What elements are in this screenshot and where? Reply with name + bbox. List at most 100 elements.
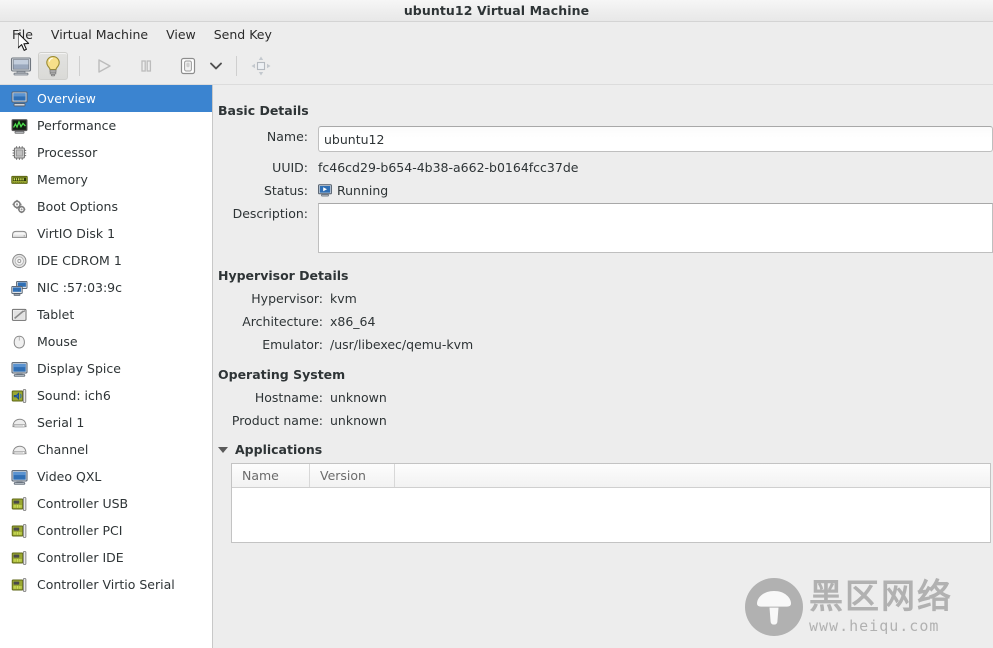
sidebar-item-label: Performance [37, 117, 117, 133]
product-name-label: Product name: [231, 413, 323, 428]
description-row: Description: [213, 203, 993, 253]
sidebar-item-label: Display Spice [37, 360, 121, 376]
name-row: Name: ubuntu12 [213, 126, 993, 152]
cdrom-disc-icon [10, 252, 28, 269]
product-name-value: unknown [330, 413, 387, 428]
sidebar-item-ide-cdrom-1[interactable]: IDE CDROM 1 [0, 247, 212, 274]
running-monitor-icon [318, 184, 332, 197]
shutdown-menu-button[interactable] [205, 52, 227, 80]
main-body: Overview Performance Processor Memory Bo… [0, 85, 993, 648]
sidebar-item-processor[interactable]: Processor [0, 139, 212, 166]
sidebar-item-label: Video QXL [37, 468, 102, 484]
sidebar-item-memory[interactable]: Memory [0, 166, 212, 193]
sidebar-item-boot-options[interactable]: Boot Options [0, 193, 212, 220]
description-textarea[interactable] [318, 203, 993, 253]
hypervisor-value: kvm [330, 291, 357, 306]
hostname-label: Hostname: [254, 390, 323, 405]
display-icon [10, 360, 28, 377]
sidebar-item-label: Mouse [37, 333, 78, 349]
display-icon [10, 468, 28, 485]
basic-details-heading: Basic Details [218, 103, 309, 118]
sidebar-item-label: Serial 1 [37, 414, 85, 430]
pause-icon [141, 59, 152, 72]
play-icon [98, 58, 111, 73]
show-details-button[interactable] [38, 51, 68, 80]
applications-table-header: Name Version [232, 464, 990, 488]
sidebar-item-controller-pci[interactable]: Controller PCI [0, 517, 212, 544]
name-input[interactable]: ubuntu12 [318, 126, 993, 152]
architecture-value: x86_64 [330, 314, 376, 329]
sound-card-icon [10, 387, 28, 404]
sidebar-item-virtio-disk-1[interactable]: VirtIO Disk 1 [0, 220, 212, 247]
show-console-button[interactable] [6, 52, 36, 80]
mushroom-logo-icon [745, 578, 803, 636]
virt-manager-window: ubuntu12 Virtual Machine File Virtual Ma… [0, 0, 993, 648]
sidebar-item-overview[interactable]: Overview [0, 85, 212, 112]
column-header-version[interactable]: Version [310, 464, 395, 487]
hostname-value: unknown [330, 390, 387, 405]
toolbar-separator-1 [79, 55, 80, 76]
hypervisor-row: Hypervisor: kvm [213, 291, 993, 306]
toolbar [0, 47, 993, 85]
sidebar-item-label: NIC :57:03:9c [37, 279, 123, 295]
sidebar-item-label: VirtIO Disk 1 [37, 225, 116, 241]
sidebar-item-controller-virtio-serial[interactable]: Controller Virtio Serial [0, 571, 212, 598]
sidebar-item-label: Controller Virtio Serial [37, 576, 175, 592]
sidebar-item-tablet[interactable]: Tablet [0, 301, 212, 328]
watermark-text-cn: 黑区网络 [809, 577, 953, 617]
sidebar-item-label: Boot Options [37, 198, 118, 214]
sidebar-item-label: Tablet [37, 306, 75, 322]
sidebar-item-display-spice[interactable]: Display Spice [0, 355, 212, 382]
menu-virtual-machine[interactable]: Virtual Machine [42, 24, 157, 46]
controller-card-icon [10, 576, 28, 593]
pause-button[interactable] [131, 52, 161, 80]
menu-bar: File Virtual Machine View Send Key [0, 22, 993, 47]
menu-view[interactable]: View [157, 24, 205, 46]
sidebar-item-controller-ide[interactable]: Controller IDE [0, 544, 212, 571]
run-button[interactable] [89, 52, 119, 80]
column-header-name[interactable]: Name [232, 464, 310, 487]
fullscreen-button[interactable] [246, 52, 276, 80]
uuid-label: UUID: [272, 160, 308, 175]
sidebar-item-channel[interactable]: Channel [0, 436, 212, 463]
fullscreen-icon [251, 56, 271, 75]
operating-system-heading: Operating System [218, 367, 346, 382]
title-bar: ubuntu12 Virtual Machine [0, 0, 993, 22]
sidebar-item-label: Sound: ich6 [37, 387, 111, 403]
applications-expander[interactable]: Applications [218, 442, 993, 457]
shutdown-button[interactable] [173, 52, 203, 80]
menu-file[interactable]: File [3, 24, 42, 46]
shutdown-icon [180, 57, 196, 74]
sidebar-item-serial-1[interactable]: Serial 1 [0, 409, 212, 436]
architecture-label: Architecture: [242, 314, 323, 329]
sidebar-item-performance[interactable]: Performance [0, 112, 212, 139]
sidebar-item-label: Memory [37, 171, 88, 187]
sidebar-item-nic[interactable]: NIC :57:03:9c [0, 274, 212, 301]
status-row: Status: Running [213, 180, 993, 198]
sidebar-item-sound[interactable]: Sound: ich6 [0, 382, 212, 409]
monitor-icon [10, 90, 28, 107]
applications-table[interactable]: Name Version [231, 463, 991, 543]
sidebar-item-controller-usb[interactable]: Controller USB [0, 490, 212, 517]
tablet-pen-icon [10, 306, 28, 323]
sidebar-item-label: Controller USB [37, 495, 129, 511]
description-label: Description: [232, 206, 308, 221]
uuid-value: fc46cd29-b654-4b38-a662-b0164fcc37de [318, 160, 579, 175]
product-name-row: Product name: unknown [213, 413, 993, 428]
sidebar-item-video-qxl[interactable]: Video QXL [0, 463, 212, 490]
window-title: ubuntu12 Virtual Machine [403, 3, 590, 18]
details-panel: Basic Details Name: ubuntu12 UUID: fc46c… [213, 85, 993, 648]
sidebar-item-label: Overview [37, 90, 96, 106]
status-badge: Running [337, 183, 389, 198]
watermark-url: www.heiqu.com [809, 617, 940, 635]
sidebar-item-mouse[interactable]: Mouse [0, 328, 212, 355]
column-header-filler [395, 464, 990, 487]
monitor-icon [10, 56, 32, 75]
serial-port-icon [10, 414, 28, 431]
hardware-sidebar[interactable]: Overview Performance Processor Memory Bo… [0, 85, 213, 648]
gears-icon [10, 198, 28, 215]
emulator-row: Emulator: /usr/libexec/qemu-kvm [213, 337, 993, 352]
performance-graph-icon [10, 117, 28, 134]
sidebar-item-label: Controller PCI [37, 522, 123, 538]
menu-send-key[interactable]: Send Key [205, 24, 281, 46]
